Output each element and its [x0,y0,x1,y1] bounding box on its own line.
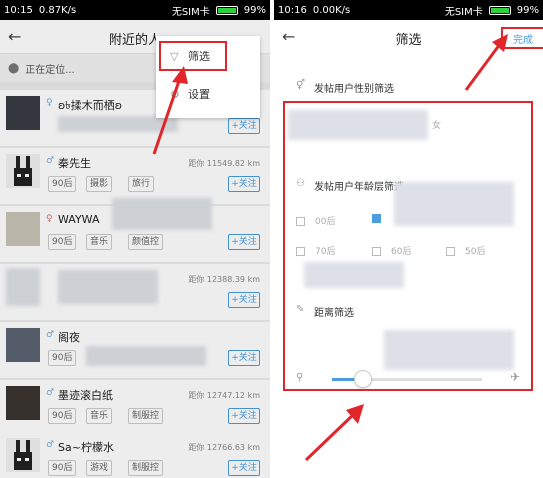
battery-icon [488,5,511,15]
battery-level: 99% [516,4,539,16]
annotation-arrow [152,66,188,155]
left-screen: 10:15 0.87K/s 无SIM卡 99% ← 附近的人 ⬤ 正在定位...… [0,0,270,478]
status-speed: 0.00K/s [312,4,351,16]
battery-level: 99% [243,4,266,16]
sim-status: 无SIM卡 [171,6,210,18]
annotation-arrow [464,34,508,91]
battery-icon [215,5,238,15]
status-speed: 0.87K/s [38,4,77,16]
annotation-arrow [304,404,364,462]
status-time: 10:15 [4,4,33,16]
status-bar: 10:15 0.87K/s 无SIM卡 99% [0,0,270,20]
status-bar: 10:16 0.00K/s 无SIM卡 99% [274,0,543,20]
sim-status: 无SIM卡 [444,6,483,18]
gender-icon: ⚥ [296,80,306,91]
right-screen: 10:16 0.00K/s 无SIM卡 99% ← 筛选 完成 ⚥ 发帖用户性别… [274,0,543,478]
annotation-box [283,101,533,391]
status-time: 10:16 [278,4,307,16]
